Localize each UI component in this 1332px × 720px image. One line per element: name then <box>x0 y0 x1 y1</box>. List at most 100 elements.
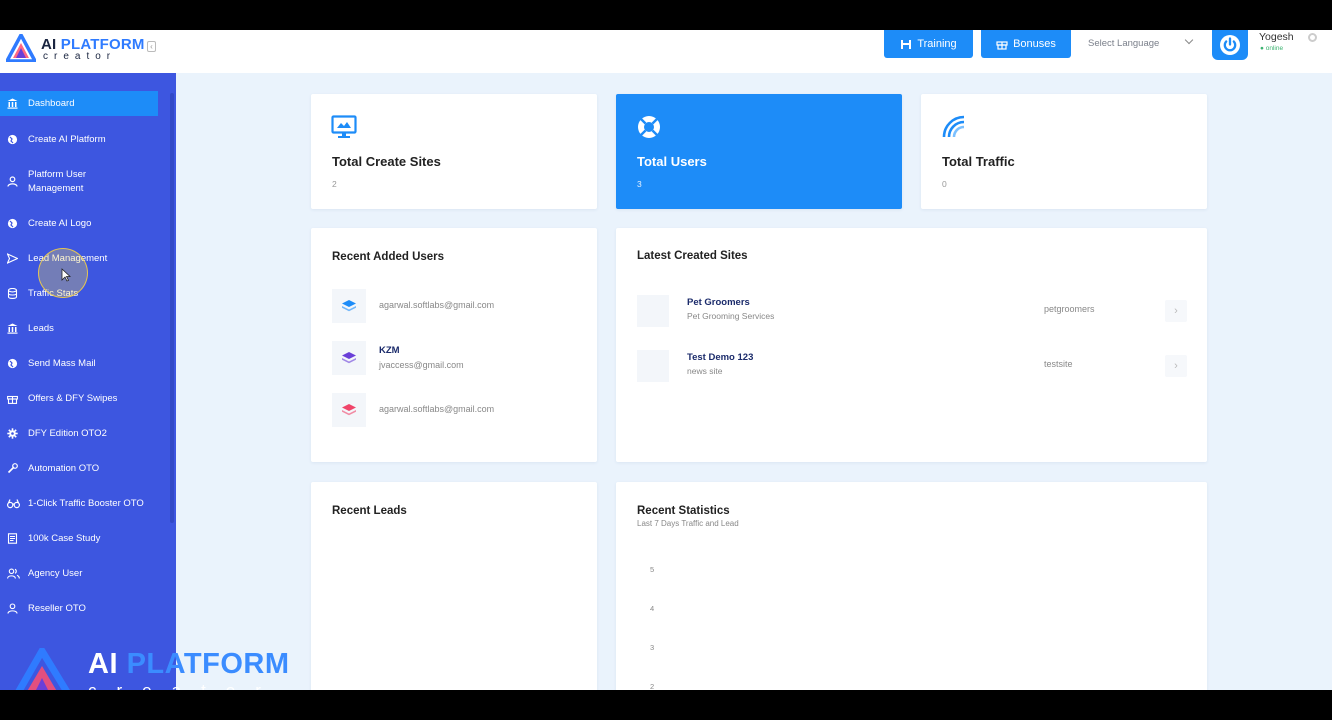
sidebar-item-label: Create AI Logo <box>28 218 92 229</box>
layers-icon <box>342 404 356 416</box>
database-icon <box>7 288 18 299</box>
bonuses-label: Bonuses <box>1013 38 1056 50</box>
users-icon <box>7 568 20 579</box>
language-select[interactable]: Select Language <box>1082 31 1202 55</box>
training-button[interactable]: Training <box>884 30 973 58</box>
site-name[interactable]: Pet Groomers <box>687 297 750 308</box>
user-email: agarwal.softlabs@gmail.com <box>379 300 495 310</box>
stat-value: 0 <box>942 179 947 189</box>
sidebar-item-label: Send Mass Mail <box>28 358 96 369</box>
stat-title: Total Traffic <box>942 154 1015 169</box>
sidebar-item-label: 1-Click Traffic Booster OTO <box>28 498 144 509</box>
recent-leads-card: Recent Leads <box>311 482 597 690</box>
user-name[interactable]: Yogesh <box>1259 31 1294 43</box>
globe-icon <box>7 358 18 369</box>
sidebar-item-label: Automation OTO <box>28 463 100 474</box>
top-bar: AI PLATFORM creator ‹ Training Bonuses S… <box>0 30 1332 73</box>
sidebar: Dashboard Create AI Platform Platform Us… <box>0 73 176 690</box>
list-item[interactable]: agarwal.softlabs@gmail.com <box>332 393 572 427</box>
chevron-right-icon[interactable]: › <box>1165 300 1187 322</box>
stat-title: Total Users <box>637 154 707 169</box>
bank-icon <box>7 98 18 109</box>
bank-icon <box>7 323 18 334</box>
avatar[interactable] <box>1212 30 1248 60</box>
user-switch-icon <box>7 603 18 614</box>
watermark-logo: AI PLATFORM creator <box>8 648 308 690</box>
card-title: Recent Leads <box>332 505 407 517</box>
site-thumbnail <box>637 350 669 382</box>
list-item[interactable]: KZM jvaccess@gmail.com <box>332 341 572 375</box>
sidebar-scrollbar[interactable] <box>170 93 174 523</box>
card-title: Recent Statistics <box>637 505 730 517</box>
power-icon <box>1220 35 1240 55</box>
chevron-right-icon[interactable]: › <box>1165 355 1187 377</box>
recent-users-card: Recent Added Users agarwal.softlabs@gmai… <box>311 228 597 462</box>
sidebar-item-label: Offers & DFY Swipes <box>28 393 118 404</box>
sidebar-item-label: Dashboard <box>28 98 75 109</box>
sidebar-collapse-button[interactable]: ‹ <box>147 41 156 52</box>
site-slug: testsite <box>1044 359 1073 369</box>
site-row[interactable]: Pet Groomers Pet Grooming Services petgr… <box>637 295 1187 327</box>
site-name[interactable]: Test Demo 123 <box>687 352 753 363</box>
watermark-logo-text: AI PLATFORM <box>88 648 290 680</box>
logo-mark-icon <box>6 34 36 62</box>
user-avatar <box>332 341 366 375</box>
site-description: Pet Grooming Services <box>687 311 775 321</box>
stat-value: 2 <box>332 179 337 189</box>
mouse-cursor-icon <box>61 268 71 282</box>
globe-icon <box>7 134 18 145</box>
user-email: jvaccess@gmail.com <box>379 360 464 370</box>
y-axis-tick: 4 <box>650 604 655 613</box>
sidebar-item-label: Create AI Platform <box>28 134 106 145</box>
stat-card-total-create-sites[interactable]: Total Create Sites 2 <box>311 94 597 209</box>
logo-mark-icon <box>15 648 70 690</box>
y-axis-tick: 3 <box>650 643 655 652</box>
binoculars-icon <box>7 499 20 509</box>
card-title: Latest Created Sites <box>637 250 748 262</box>
signal-icon <box>942 115 965 138</box>
user-avatar <box>332 289 366 323</box>
list-item[interactable]: agarwal.softlabs@gmail.com <box>332 289 572 323</box>
y-axis-tick: 5 <box>650 565 655 574</box>
site-slug: petgroomers <box>1044 304 1095 314</box>
card-subtitle: Last 7 Days Traffic and Lead <box>637 519 739 528</box>
stat-card-total-users[interactable]: Total Users 3 <box>616 94 902 209</box>
training-label: Training <box>917 38 957 50</box>
sidebar-item-label: Reseller OTO <box>28 603 86 614</box>
layers-icon <box>342 300 356 312</box>
settings-gear-icon[interactable] <box>1308 33 1317 42</box>
gear-icon <box>7 428 18 439</box>
user-email: agarwal.softlabs@gmail.com <box>379 404 495 414</box>
user-icon <box>7 176 18 187</box>
sidebar-item-label: Platform User Management <box>28 169 87 194</box>
tools-icon <box>7 463 18 474</box>
user-status: ● online <box>1260 45 1284 52</box>
latest-sites-card: Latest Created Sites Pet Groomers Pet Gr… <box>616 228 1207 462</box>
card-title: Recent Added Users <box>332 251 445 263</box>
site-thumbnail <box>637 295 669 327</box>
monitor-icon <box>331 115 357 138</box>
document-icon <box>7 533 18 544</box>
app-logo[interactable]: AI PLATFORM creator <box>6 33 156 67</box>
user-avatar <box>332 393 366 427</box>
training-icon <box>901 40 912 49</box>
sidebar-item-label: DFY Edition OTO2 <box>28 428 107 439</box>
site-description: news site <box>687 366 723 376</box>
sidebar-item-label: Agency User <box>28 568 83 579</box>
lifebuoy-icon <box>638 116 660 138</box>
site-row[interactable]: Test Demo 123 news site testsite › <box>637 350 1187 382</box>
watermark-logo-subtext: creator <box>88 681 281 690</box>
globe-icon <box>7 218 18 229</box>
sidebar-item-label: 100k Case Study <box>28 533 101 544</box>
send-icon <box>7 253 18 264</box>
sidebar-item-label: Leads <box>28 323 54 334</box>
stat-value: 3 <box>637 179 642 189</box>
stat-card-total-traffic[interactable]: Total Traffic 0 <box>921 94 1207 209</box>
chevron-down-icon <box>1184 35 1194 45</box>
bonuses-button[interactable]: Bonuses <box>981 30 1071 58</box>
sidebar-item-dashboard[interactable]: Dashboard <box>0 91 158 116</box>
language-select-value: Select Language <box>1088 37 1160 49</box>
y-axis-tick: 2 <box>650 682 655 690</box>
gift-icon <box>996 41 1008 50</box>
recent-statistics-card: Recent Statistics Last 7 Days Traffic an… <box>616 482 1207 690</box>
